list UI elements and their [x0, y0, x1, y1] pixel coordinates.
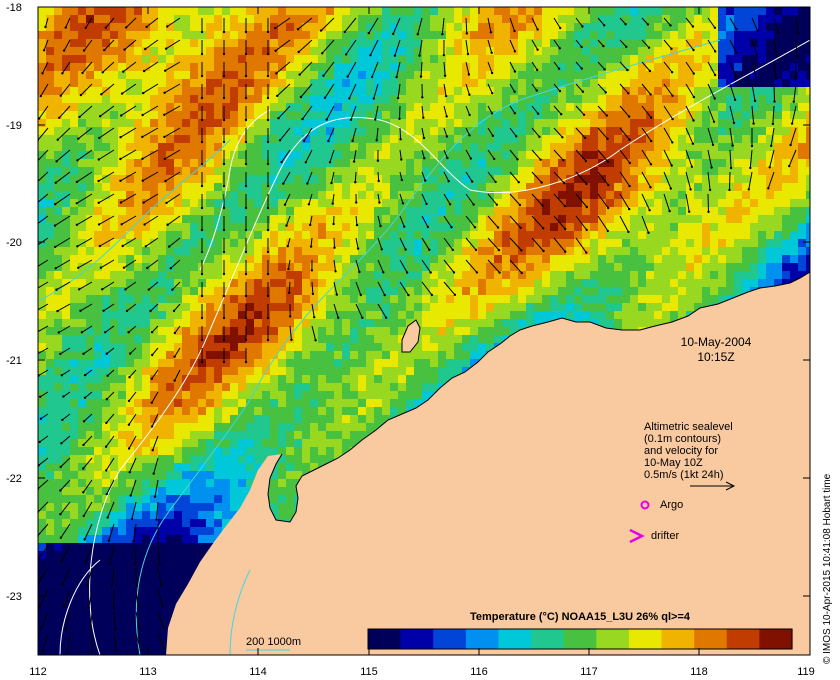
colorbar-swatch [596, 629, 630, 649]
colorbar-tick-28: 28 [618, 660, 630, 672]
argo-label: Argo [660, 499, 683, 511]
lon-tick-label: 115 [360, 666, 378, 678]
bathymetry-legend: 200 1000m [246, 636, 301, 651]
sst-map: 200 1000m 10-May-2004 10:15Z Altimetric … [6, 2, 833, 678]
colorbar-swatch [498, 629, 532, 649]
date-text: 10-May-2004 [681, 335, 752, 349]
lon-tick-label: 116 [470, 666, 488, 678]
lat-tick-label: -22 [6, 473, 22, 485]
lon-tick-label: 119 [797, 666, 815, 678]
lat-tick-label: -21 [6, 355, 22, 367]
lat-tick-label: -19 [6, 120, 22, 132]
legend-line-2: (0.1m contours) [644, 433, 721, 445]
lon-tick-label: 114 [249, 666, 267, 678]
colorbar-swatch [628, 629, 663, 649]
colorbar-swatch [694, 629, 728, 649]
colorbar-swatches [368, 629, 793, 649]
colorbar-tick-26: 26 [440, 660, 452, 672]
colorbar-swatch [759, 629, 793, 649]
lon-tick-label: 113 [139, 666, 157, 678]
lon-tick-label: 117 [580, 666, 598, 678]
lat-tick-label: -20 [6, 237, 22, 249]
colorbar-swatch [368, 629, 402, 649]
time-text: 10:15Z [697, 350, 734, 364]
legend-line-5: 0.5m/s (1kt 24h) [644, 469, 723, 481]
colorbar-swatch [400, 629, 434, 649]
bathymetry-label: 200 1000m [246, 636, 301, 648]
lat-tick-label: -23 [6, 591, 22, 603]
colorbar-swatch [726, 629, 760, 649]
colorbar-swatch [563, 629, 597, 649]
lon-tick-label: 112 [29, 666, 47, 678]
colorbar-swatch [661, 629, 695, 649]
colorbar-title: Temperature (°C) NOAA15_L3U 26% ql>=4 [470, 611, 691, 623]
colorbar-swatch [465, 629, 500, 649]
legend-line-3: and velocity for [644, 445, 718, 457]
colorbar-tick-27: 27 [531, 660, 543, 672]
colorbar-swatch [531, 629, 565, 649]
lon-tick-label: 118 [690, 666, 708, 678]
credit-text: © IMOS 10-Apr-2015 10:41:08 Hobart time [822, 473, 833, 664]
legend-line-1: Altimetric sealevel [644, 421, 733, 433]
colorbar-swatch [433, 629, 467, 649]
drifter-label: drifter [651, 530, 679, 542]
legend-line-4: 10-May 10Z [644, 457, 703, 469]
lat-tick-label: -18 [6, 2, 22, 14]
